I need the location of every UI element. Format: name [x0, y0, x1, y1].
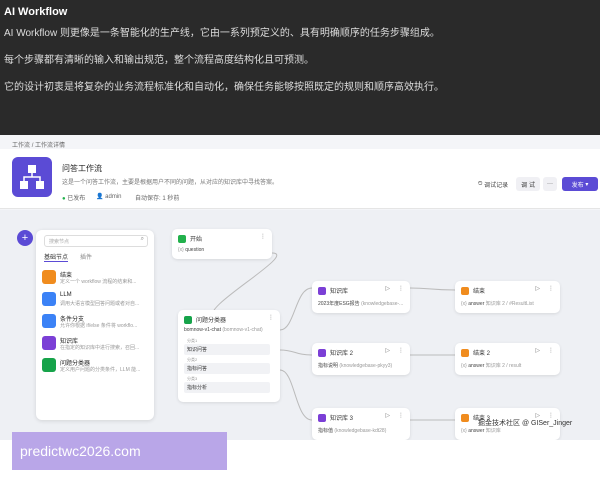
node-kb3[interactable]: 知识库 3 ▷ ⋮ 指标值 (knowledgebase-kdt28): [312, 408, 410, 440]
knowledge-icon: [318, 413, 326, 422]
end-icon: [461, 348, 469, 357]
knowledge-icon: [42, 336, 56, 350]
run-icon: ▷: [385, 413, 390, 419]
owner: 👤 admin: [96, 194, 122, 200]
status-badge: ● 已发布: [62, 196, 86, 202]
site-watermark: predictwc2026.com: [12, 432, 227, 470]
corner-watermark: 掘金技术社区 @ GISer_Jinger: [478, 420, 573, 427]
node-start[interactable]: 开始 ⋮ {x} question: [172, 229, 272, 259]
edge-start-classifier: [211, 252, 277, 318]
edge-cls-kb2: [279, 349, 313, 356]
user-icon: 👤: [96, 194, 104, 200]
panel-item-knowledge[interactable]: 知识库 在指定的知识库中进行搜索，召回...: [42, 336, 150, 356]
autosave-status: 自动保存: 1 秒前: [135, 196, 180, 202]
article-line: 每个步骤都有清晰的输入和输出规范，整个流程高度结构化且可预测。: [4, 55, 314, 66]
workflow-icon: [12, 157, 52, 197]
debug-button[interactable]: 调 试: [516, 177, 540, 191]
workflow-app: 工作流 / 工作流详情 问答工作流 这是一个问答工作流，主要是根据用户不同的问题…: [0, 135, 600, 440]
llm-icon: [42, 292, 56, 306]
search-icon: ⌕: [140, 236, 144, 242]
start-icon: [178, 234, 186, 243]
run-icon: ▷: [385, 348, 390, 354]
node-menu-icon: ⋮: [398, 413, 404, 419]
publish-button[interactable]: 发布 ▾: [562, 177, 598, 191]
classifier-icon: [184, 315, 192, 324]
add-node-button[interactable]: +: [17, 230, 33, 246]
panel-item-llm[interactable]: LLM 调用大语言模型回答问题或者对自...: [42, 292, 150, 312]
article-line: AI Workflow 则更像是一条智能化的生产线，它由一系列预定义的、具有明确…: [4, 28, 440, 39]
class-item: 指标分析: [184, 382, 270, 393]
edge-cls-kb1: [279, 287, 313, 331]
end-icon: [461, 413, 469, 422]
article-header: AI Workflow AI Workflow 则更像是一条智能化的生产线，它由…: [0, 0, 600, 135]
panel-item-end[interactable]: 结束 定义一个 workflow 流程的结束和...: [42, 270, 150, 290]
more-button[interactable]: ···: [543, 177, 557, 191]
node-kb1[interactable]: 知识库 ▷ ⋮ 2023年度ESG报告 (knowledgebase-...: [312, 281, 410, 313]
workflow-description: 这是一个问答工作流，主要是根据用户不同的问题，从对应的知识库中寻找答案。: [62, 180, 279, 186]
run-icon: ▷: [535, 348, 540, 354]
node-menu-icon: ⋮: [548, 286, 554, 292]
class-item: 指标问答: [184, 363, 270, 374]
branch-icon: [42, 314, 56, 328]
node-menu-icon: ⋮: [268, 315, 274, 321]
run-icon: ▷: [535, 286, 540, 292]
node-search-input[interactable]: 搜索节点: [44, 235, 148, 247]
node-menu-icon: ⋮: [548, 348, 554, 354]
node-panel: 搜索节点 ⌕ 基础节点 插件 结束 定义一个 workflow 流程的结束和...…: [36, 230, 154, 420]
edge-cls-kb3: [279, 369, 313, 421]
classifier-icon: [42, 358, 56, 372]
panel-tabs: 基础节点 插件: [44, 252, 92, 262]
breadcrumb: 工作流 / 工作流详情: [12, 143, 66, 149]
article-title: AI Workflow: [4, 6, 68, 18]
class-item: 知识问答: [184, 344, 270, 355]
run-icon: ▷: [385, 286, 390, 292]
article-line: 它的设计初衷是将复杂的业务流程标准化和自动化，确保任务能够按照既定的规则和顺序高…: [4, 82, 444, 93]
workflow-name: 问答工作流: [62, 164, 102, 173]
node-classifier[interactable]: 问题分类器 ⋮ bomnow-v1-chat (bomnow-v1-chat) …: [178, 310, 280, 402]
node-menu-icon: ⋮: [398, 348, 404, 354]
knowledge-icon: [318, 286, 326, 295]
end-icon: [42, 270, 56, 284]
panel-item-classifier[interactable]: 问题分类器 定义用户问题的分类条件，LLM 能...: [42, 358, 150, 378]
workflow-card: 问答工作流 这是一个问答工作流，主要是根据用户不同的问题，从对应的知识库中寻找答…: [0, 149, 600, 209]
node-kb2[interactable]: 知识库 2 ▷ ⋮ 指标说明 (knowledgebase-pkyy3): [312, 343, 410, 375]
node-end1[interactable]: 结束 ▷ ⋮ {x} answer 知识库 2 / #ResultList: [455, 281, 560, 313]
edge-kb1-end1: [409, 287, 456, 291]
node-end2[interactable]: 结束 2 ▷ ⋮ {x} answer 知识库 2 / result: [455, 343, 560, 375]
node-menu-icon: ⋮: [398, 286, 404, 292]
tab-basic-nodes[interactable]: 基础节点: [44, 252, 69, 262]
knowledge-icon: [318, 348, 326, 357]
end-icon: [461, 286, 469, 295]
panel-item-condition[interactable]: 条件分支 允许你根据 if/else 条件将 workflo...: [42, 314, 150, 334]
tab-plugins[interactable]: 插件: [80, 252, 92, 262]
clock-icon: ⏲: [477, 180, 483, 187]
node-menu-icon: ⋮: [260, 234, 266, 240]
debug-log-button[interactable]: ⏲ 调试记录: [474, 177, 512, 191]
